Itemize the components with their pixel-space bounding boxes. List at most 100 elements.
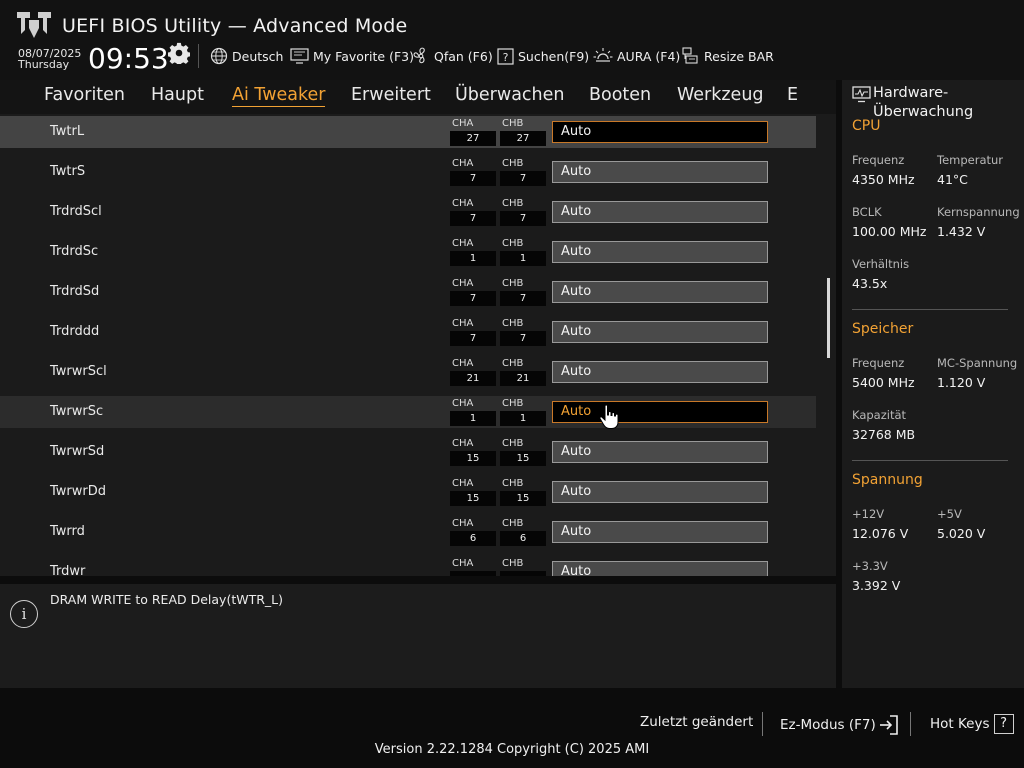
tab-erweitert[interactable]: Erweitert: [351, 85, 431, 105]
resize-bar-icon: [682, 47, 698, 64]
setting-dropdown[interactable]: Auto: [552, 321, 768, 343]
setting-row-twrrd[interactable]: Twrrd CHA 6 CHB 6 Auto: [0, 516, 816, 548]
tab-ai-tweaker[interactable]: Ai Tweaker: [232, 85, 326, 107]
resize-bar-button[interactable]: Resize BAR: [682, 46, 774, 66]
clock: 09:53: [88, 42, 169, 75]
setting-dropdown[interactable]: Auto: [552, 121, 768, 143]
tab-overflow[interactable]: E: [787, 85, 798, 105]
cha-label: CHA: [452, 478, 474, 489]
capacity-value: 32768 MB: [852, 427, 916, 442]
cha-value: 1: [450, 411, 496, 426]
cha-readout: CHA: [450, 556, 496, 576]
my-favorite-button[interactable]: My Favorite (F3): [290, 46, 414, 66]
cha-readout: CHA 1: [450, 236, 496, 268]
qfan-label: Qfan (F6): [434, 48, 493, 64]
section-divider: [852, 460, 1008, 461]
setting-row-trdrddd[interactable]: Trdrddd CHA 7 CHB 7 Auto: [0, 316, 816, 348]
v5-value: 5.020 V: [937, 526, 986, 541]
cha-value: 15: [450, 491, 496, 506]
setting-dropdown[interactable]: Auto: [552, 201, 768, 223]
chb-label: CHB: [502, 158, 524, 169]
cha-readout: CHA 7: [450, 196, 496, 228]
setting-dropdown[interactable]: Auto: [552, 361, 768, 383]
setting-row-twrwrsc[interactable]: TwrwrSc CHA 1 CHB 1 Auto: [0, 396, 816, 429]
language-button[interactable]: Deutsch: [210, 46, 283, 66]
my-favorite-label: My Favorite (F3): [313, 48, 414, 64]
setting-label: TwrwrDd: [50, 484, 107, 499]
cha-label: CHA: [452, 518, 474, 529]
tab-favoriten[interactable]: Favoriten: [44, 85, 125, 105]
setting-row-trdwr[interactable]: Trdwr CHA CHB Auto: [0, 556, 816, 576]
setting-label: TwrwrSc: [50, 404, 104, 419]
ez-mode-button[interactable]: Ez-Modus (F7): [780, 714, 900, 736]
setting-label: Trdwr: [50, 564, 86, 576]
setting-label: Trdrddd: [50, 324, 100, 339]
cpu-freq-value: 4350 MHz: [852, 172, 915, 187]
setting-dropdown[interactable]: Auto: [552, 281, 768, 303]
search-button[interactable]: ? Suchen(F9): [497, 46, 589, 66]
fan-icon: [413, 47, 425, 64]
help-search-icon: ?: [497, 47, 514, 65]
gear-icon[interactable]: [168, 42, 190, 64]
hardware-monitor-panel: Hardware-Überwachung CPU Frequenz 4350 M…: [842, 80, 1024, 688]
chb-label: CHB: [502, 278, 524, 289]
chb-readout: CHB 7: [500, 156, 546, 188]
cha-value: 27: [450, 131, 496, 146]
cha-value: 7: [450, 211, 496, 226]
chb-readout: CHB 1: [500, 396, 546, 428]
setting-label: TrdrdSd: [50, 284, 100, 299]
chb-label: CHB: [502, 198, 524, 209]
chb-label: CHB: [502, 238, 524, 249]
app-title: UEFI BIOS Utility — Advanced Mode: [62, 15, 408, 37]
tab-booten[interactable]: Booten: [589, 85, 651, 105]
setting-row-twrwrsd[interactable]: TwrwrSd CHA 15 CHB 15 Auto: [0, 436, 816, 468]
aura-button[interactable]: AURA (F4): [593, 46, 680, 66]
setting-dropdown[interactable]: Auto: [552, 441, 768, 463]
setting-row-trdrdsd[interactable]: TrdrdSd CHA 7 CHB 7 Auto: [0, 276, 816, 308]
setting-row-twrwrscl[interactable]: TwrwrScl CHA 21 CHB 21 Auto: [0, 356, 816, 388]
section-divider: [852, 309, 1008, 310]
cha-readout: CHA 21: [450, 356, 496, 388]
setting-dropdown[interactable]: Auto: [552, 561, 768, 576]
setting-dropdown[interactable]: Auto: [552, 241, 768, 263]
cpu-section-title: CPU: [852, 118, 881, 134]
chb-readout: CHB 1: [500, 236, 546, 268]
v5-label: +5V: [937, 507, 962, 521]
last-changed-button[interactable]: Zuletzt geändert: [640, 714, 753, 730]
qfan-button[interactable]: Qfan (F6): [412, 46, 493, 66]
ratio-value: 43.5x: [852, 276, 888, 291]
capacity-label: Kapazität: [852, 408, 907, 422]
chb-readout: CHB 15: [500, 476, 546, 508]
cha-label: CHA: [452, 558, 474, 569]
tab-werkzeug[interactable]: Werkzeug: [677, 85, 764, 105]
setting-row-trdrdscl[interactable]: TrdrdScl CHA 7 CHB 7 Auto: [0, 196, 816, 228]
hot-keys-button[interactable]: Hot Keys ?: [930, 714, 1014, 734]
setting-label: TwtrS: [50, 164, 86, 179]
setting-dropdown[interactable]: Auto: [552, 161, 768, 183]
setting-label: TwtrL: [50, 124, 85, 139]
cha-label: CHA: [452, 158, 474, 169]
header-divider: [198, 44, 199, 68]
setting-dropdown[interactable]: Auto: [552, 521, 768, 543]
tab-haupt[interactable]: Haupt: [151, 85, 204, 105]
list-scrollbar[interactable]: [827, 278, 830, 358]
setting-row-twtrs[interactable]: TwtrS CHA 7 CHB 7 Auto: [0, 156, 816, 188]
bclk-label: BCLK: [852, 205, 882, 219]
chb-label: CHB: [502, 518, 524, 529]
tab-ueberwachen[interactable]: Überwachen: [455, 85, 565, 105]
footer-bar: Zuletzt geändert Ez-Modus (F7) Hot Keys …: [0, 688, 1024, 768]
setting-label: Twrrd: [50, 524, 85, 539]
v33-label: +3.3V: [852, 559, 888, 573]
cha-label: CHA: [452, 198, 474, 209]
setting-dropdown[interactable]: Auto: [552, 401, 768, 423]
cha-readout: CHA 7: [450, 316, 496, 348]
setting-row-twrwrdd[interactable]: TwrwrDd CHA 15 CHB 15 Auto: [0, 476, 816, 508]
cha-readout: CHA 15: [450, 436, 496, 468]
setting-row-trdrdsc[interactable]: TrdrdSc CHA 1 CHB 1 Auto: [0, 236, 816, 268]
ez-mode-label: Ez-Modus (F7): [780, 717, 876, 733]
setting-dropdown[interactable]: Auto: [552, 481, 768, 503]
voltage-section-title: Spannung: [852, 472, 923, 488]
setting-row-twtrl[interactable]: TwtrL CHA 27 CHB 27 Auto: [0, 116, 816, 148]
search-label: Suchen(F9): [518, 48, 590, 64]
cha-label: CHA: [452, 358, 474, 369]
